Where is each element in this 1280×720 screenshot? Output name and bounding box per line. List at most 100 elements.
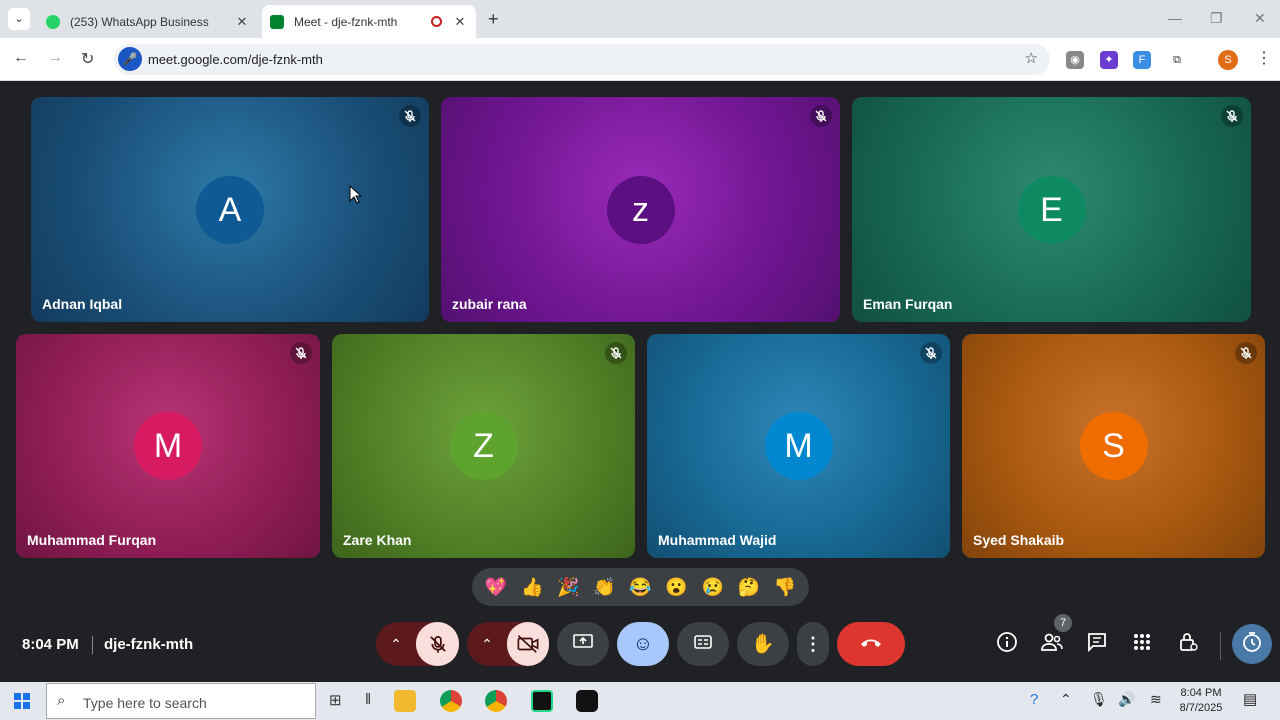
participant-name: Eman Furqan <box>863 296 953 312</box>
host-controls-button[interactable] <box>1170 626 1206 662</box>
participant-tile[interactable]: Z Zare Khan <box>332 334 635 558</box>
camera-control: ⌃ <box>467 622 549 666</box>
avatar: A <box>196 175 264 244</box>
camera-options-chevron-icon[interactable]: ⌃ <box>467 636 507 653</box>
reaction-sparkling-heart[interactable]: 💖 <box>485 578 507 596</box>
participant-name: zubair rana <box>452 296 527 312</box>
participant-tile[interactable]: A Adnan Iqbal <box>31 97 429 322</box>
wifi-icon[interactable]: ≋ <box>1150 691 1162 708</box>
more-options-button[interactable]: ⋮ <box>797 622 829 666</box>
raise-hand-button[interactable]: ✋ <box>737 622 789 666</box>
pycharm-icon[interactable] <box>531 690 553 712</box>
participant-name: Adnan Iqbal <box>42 296 123 312</box>
meeting-details-button[interactable] <box>989 626 1025 662</box>
mic-off-icon <box>810 105 832 127</box>
present-screen-button[interactable] <box>557 622 609 666</box>
avatar: M <box>134 412 202 480</box>
minimize-icon[interactable]: — <box>1168 10 1182 26</box>
participant-tile[interactable]: E Eman Furqan <box>852 97 1251 322</box>
mic-off-icon <box>290 342 312 364</box>
hand-icon: ✋ <box>751 634 775 655</box>
participant-name: Zare Khan <box>343 532 412 548</box>
microphone-icon[interactable]: 🎤 <box>118 47 142 71</box>
taskbar-time: 8:04 PM <box>1180 687 1222 699</box>
reaction-thinking[interactable]: 🤔 <box>738 578 760 596</box>
widgets-icon[interactable]: ‖ <box>365 691 371 708</box>
participant-tile[interactable]: S Syed Shakaib <box>962 334 1265 558</box>
microphone-tray-icon[interactable]: 🎙 <box>1090 691 1108 708</box>
new-tab-button[interactable]: + <box>488 9 499 30</box>
search-placeholder: Type here to search <box>83 695 207 711</box>
chrome-icon[interactable] <box>485 690 507 712</box>
activities-button[interactable] <box>1124 626 1160 662</box>
mic-off-icon <box>399 105 421 127</box>
extension-icon[interactable]: ✦ <box>1100 51 1118 69</box>
chevron-up-icon[interactable]: ⌃ <box>1060 691 1072 708</box>
timer-icon <box>1241 631 1263 658</box>
tab-search-dropdown[interactable]: ⌄ <box>8 8 30 30</box>
taskbar-clock[interactable]: 8:04 PM 8/7/2025 <box>1175 686 1227 716</box>
reaction-clapping[interactable]: 👏 <box>593 578 615 596</box>
restore-icon[interactable]: ❐ <box>1210 10 1223 27</box>
leave-call-button[interactable] <box>837 622 905 666</box>
task-view-icon[interactable]: ⊞ <box>329 691 342 709</box>
address-bar[interactable]: 🎤 meet.google.com/dje-fznk-mth ☆ <box>114 44 1050 75</box>
windows-taskbar: ⌕ Type here to search ⊞ ‖ ? ⌃ 🎙 🔊 ≋ 8:04… <box>0 682 1280 720</box>
meet-icon <box>270 14 284 29</box>
timer-button[interactable] <box>1232 624 1272 664</box>
help-icon[interactable]: ? <box>1030 691 1038 708</box>
reaction-tears-of-joy[interactable]: 😂 <box>629 578 651 596</box>
emoji-reactions-button[interactable]: ☺ <box>617 622 669 666</box>
camera-extension-icon[interactable]: ◉ <box>1066 51 1084 69</box>
extensions-puzzle-icon[interactable]: ⧉ <box>1168 51 1186 69</box>
mic-off-icon <box>1235 342 1257 364</box>
profile-avatar[interactable]: S <box>1218 50 1238 70</box>
whatsapp-icon <box>46 14 60 29</box>
meet-stage: A Adnan Iqbal z zubair rana E Eman Furqa… <box>0 81 1280 682</box>
avatar: E <box>1017 175 1086 244</box>
participant-name: Syed Shakaib <box>973 532 1065 548</box>
tab-meet[interactable]: Meet - dje-fznk-mth ✕ <box>262 5 476 38</box>
close-window-icon[interactable]: ✕ <box>1254 10 1266 27</box>
browser-menu-icon[interactable]: ⋮ <box>1256 48 1272 68</box>
chat-button[interactable] <box>1079 626 1115 662</box>
reload-icon[interactable]: ↻ <box>81 49 94 69</box>
notifications-icon[interactable]: ▤ <box>1243 690 1257 708</box>
forward-icon[interactable]: → <box>47 49 63 67</box>
captions-icon <box>693 634 713 655</box>
url-text: meet.google.com/dje-fznk-mth <box>148 52 323 67</box>
participant-tile[interactable]: z zubair rana <box>441 97 840 322</box>
reaction-surprised[interactable]: 😮 <box>665 578 687 596</box>
microphone-control: ⌃ <box>376 622 459 666</box>
mic-off-icon <box>605 342 627 364</box>
chrome-profile-icon[interactable] <box>440 690 462 712</box>
participant-tile[interactable]: M Muhammad Wajid <box>647 334 950 558</box>
bookmark-star-icon[interactable]: ☆ <box>1025 49 1038 67</box>
taskbar-date: 8/7/2025 <box>1179 702 1223 714</box>
file-explorer-icon[interactable] <box>394 690 416 712</box>
reaction-thumbs-down[interactable]: 👎 <box>774 578 796 596</box>
avatar: S <box>1079 412 1148 480</box>
captions-button[interactable] <box>677 622 729 666</box>
volume-icon[interactable]: 🔊 <box>1118 691 1135 708</box>
reaction-thumbs-up[interactable]: 👍 <box>521 578 543 596</box>
reaction-party-popper[interactable]: 🎉 <box>557 578 579 596</box>
close-tab-icon[interactable]: ✕ <box>452 14 468 30</box>
close-tab-icon[interactable]: ✕ <box>234 14 250 30</box>
reaction-crying[interactable]: 😢 <box>702 578 724 596</box>
back-icon[interactable]: ← <box>13 49 29 67</box>
meeting-code: dje-fznk-mth <box>104 636 194 653</box>
participant-tile[interactable]: M Muhammad Furqan <box>16 334 320 558</box>
avatar: Z <box>449 412 518 480</box>
tab-whatsapp[interactable]: (253) WhatsApp Business ✕ <box>38 5 258 38</box>
divider <box>92 636 93 654</box>
more-vert-icon: ⋮ <box>804 633 822 654</box>
mic-options-chevron-icon[interactable]: ⌃ <box>376 636 416 653</box>
windows-start-icon[interactable] <box>14 693 30 709</box>
fi-extension-icon[interactable]: F <box>1133 51 1151 69</box>
camera-toggle-button[interactable] <box>507 622 549 666</box>
hang-up-icon <box>859 635 883 653</box>
taskbar-search-box[interactable]: ⌕ Type here to search <box>46 683 316 719</box>
mic-toggle-button[interactable] <box>416 622 459 666</box>
obs-recorder-icon[interactable] <box>576 690 598 712</box>
